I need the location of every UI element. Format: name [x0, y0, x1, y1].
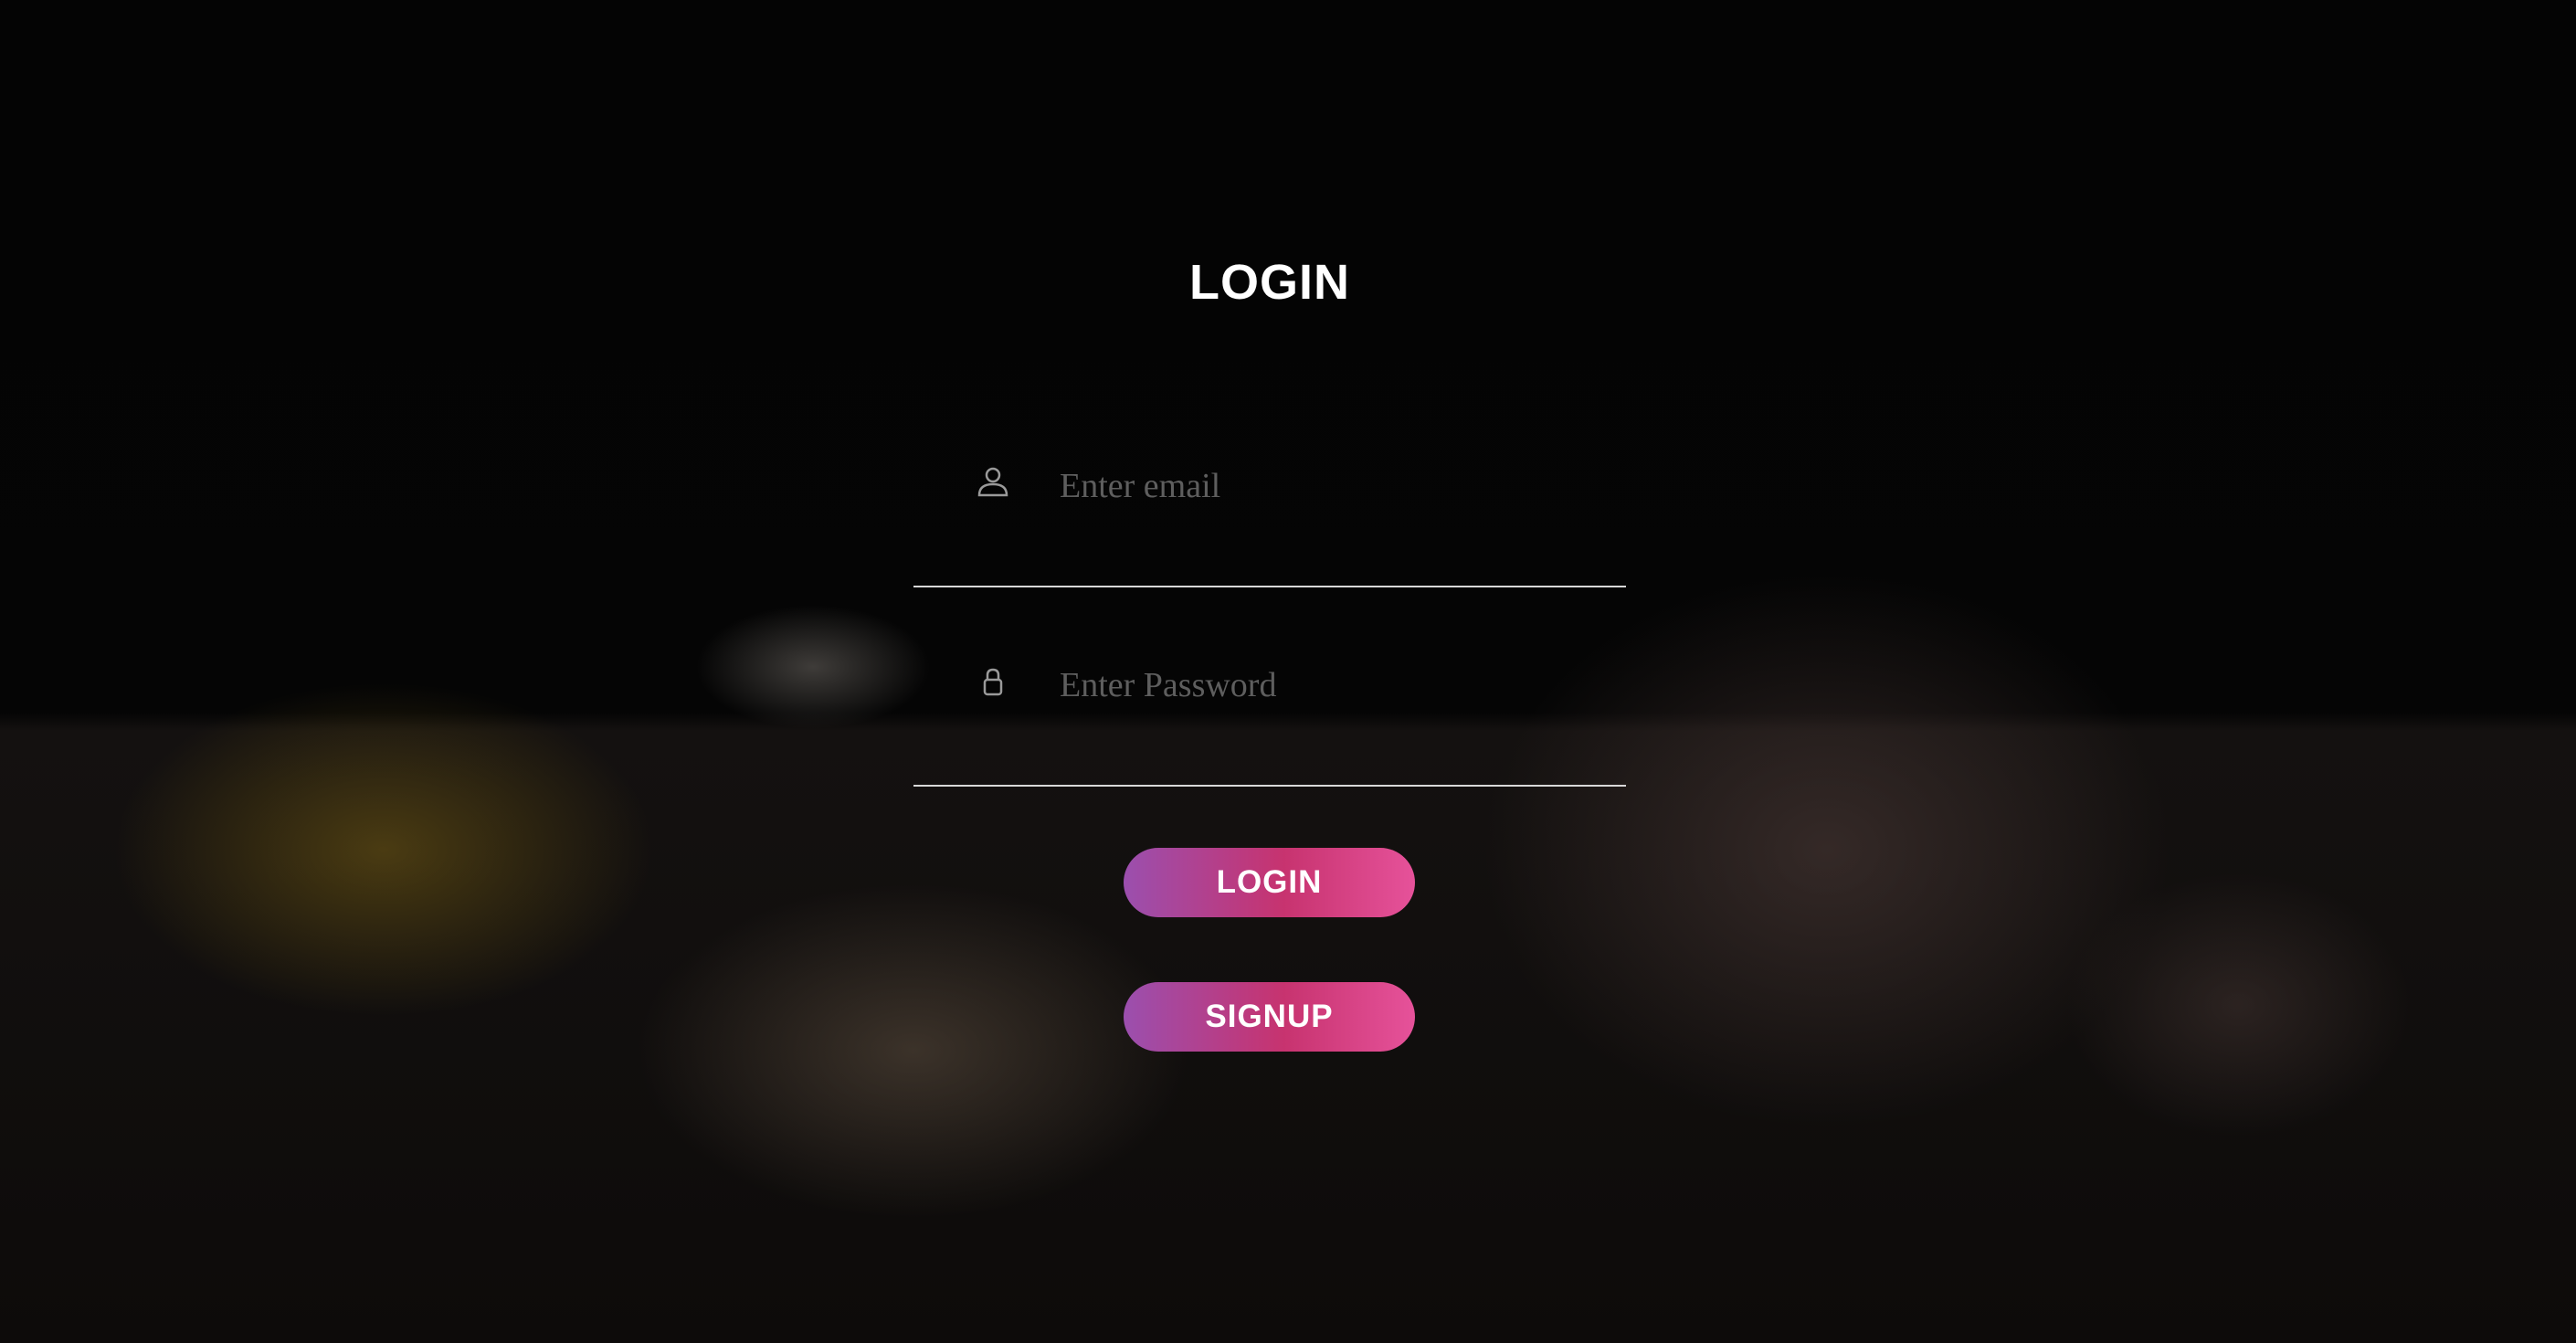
password-input[interactable]	[1060, 665, 1608, 705]
user-icon	[976, 464, 1010, 499]
signup-button[interactable]: SIGNUP	[1124, 982, 1415, 1052]
page-title: LOGIN	[1189, 255, 1350, 310]
email-underline	[913, 586, 1626, 587]
lock-icon	[976, 665, 1010, 700]
password-underline	[913, 785, 1626, 787]
login-button[interactable]: LOGIN	[1124, 848, 1415, 917]
email-input[interactable]	[1060, 466, 1608, 506]
